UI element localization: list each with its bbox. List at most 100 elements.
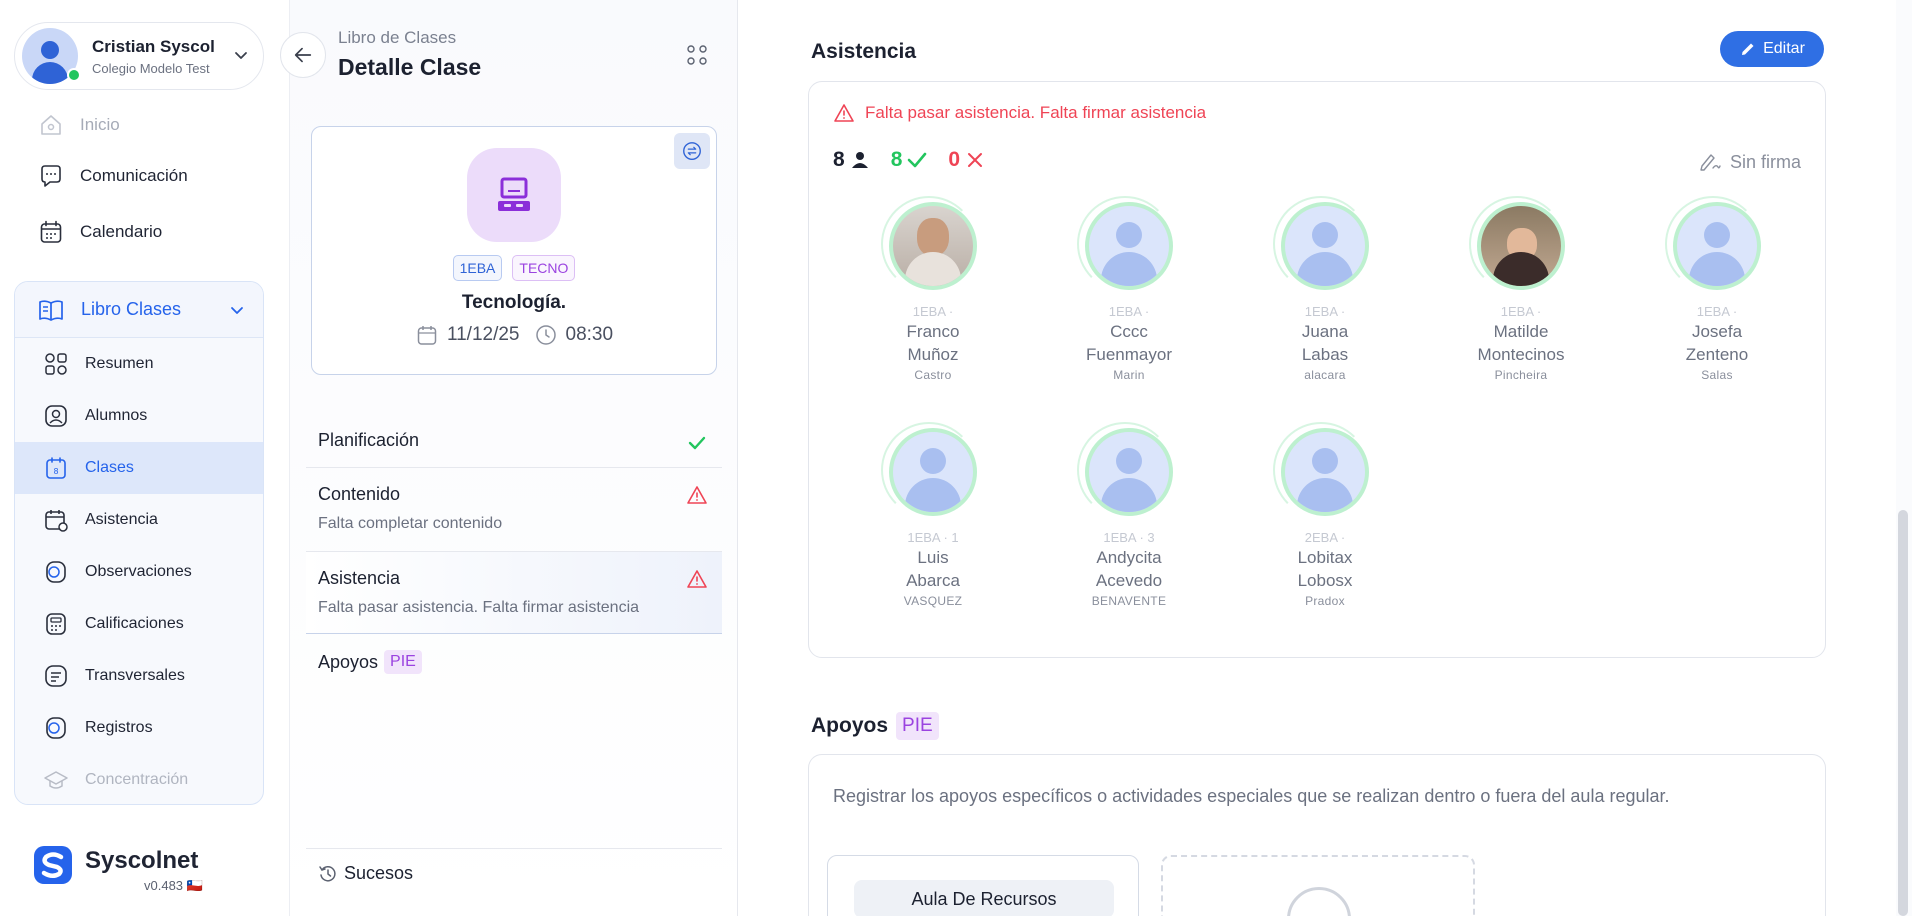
libro-clases-toggle[interactable]: Libro Clases — [15, 282, 263, 338]
student-first-name: Luis — [917, 548, 949, 567]
sidebar-item-observaciones[interactable]: Observaciones — [15, 546, 263, 598]
step-subtitle: Falta completar contenido — [318, 515, 503, 532]
class-calendar-icon: 8 — [43, 455, 69, 481]
warning-icon — [687, 570, 707, 588]
chat-icon — [38, 163, 64, 189]
step-apoyos[interactable]: Apoyos PIE — [306, 634, 722, 674]
student-card[interactable]: 1EBA · Josefa Zenteno Salas — [1619, 196, 1815, 382]
records-icon — [43, 715, 69, 741]
transversal-icon — [43, 663, 69, 689]
sidebar-item-clases[interactable]: 8 Clases — [15, 442, 263, 494]
step-asistencia[interactable]: Asistencia Falta pasar asistencia. Falta… — [306, 552, 722, 634]
sidebar-item-label: Observaciones — [85, 563, 192, 580]
warning-icon — [833, 102, 855, 124]
sidebar-item-asistencia[interactable]: Asistencia — [15, 494, 263, 546]
edit-label: Editar — [1763, 40, 1805, 57]
student-card[interactable]: 1EBA · Matilde Montecinos Pincheira — [1423, 196, 1619, 382]
absent-count: 0 — [948, 148, 986, 172]
pie-badge: PIE — [384, 650, 422, 674]
step-planificacion[interactable]: Planificación — [306, 412, 722, 468]
student-first-name: Lobitax — [1297, 548, 1353, 567]
sidebar-item-label: Transversales — [85, 667, 185, 684]
sidebar-item-label: Clases — [85, 459, 134, 476]
grid-icon — [43, 351, 69, 377]
nav-item-comunicacion[interactable]: Comunicación — [14, 148, 264, 204]
sucesos-button[interactable]: Sucesos — [306, 848, 722, 884]
sidebar-item-resumen[interactable]: Resumen — [15, 338, 263, 390]
sidebar-item-calificaciones[interactable]: Calificaciones — [15, 598, 263, 650]
user-name: Cristian Syscol — [92, 36, 215, 56]
student-card[interactable]: 1EBA · 1 Luis Abarca VASQUEZ — [835, 422, 1031, 608]
add-apoyo-button[interactable] — [1161, 855, 1475, 916]
student-card[interactable]: 2EBA · Lobitax Lobosx Pradox — [1227, 422, 1423, 608]
subject-badge: TECNO — [512, 255, 576, 281]
change-class-button[interactable] — [674, 133, 710, 169]
brand-name: Syscolnet — [85, 847, 199, 874]
step-contenido[interactable]: Contenido Falta completar contenido — [306, 468, 722, 552]
user-menu-button[interactable]: Cristian Syscol Colegio Modelo Test — [14, 22, 264, 90]
sidebar-item-concentracion[interactable]: Concentración — [15, 754, 263, 804]
total-count: 8 — [833, 148, 871, 172]
student-card[interactable]: 1EBA · 3 Andycita Acevedo BENAVENTE — [1031, 422, 1227, 608]
breadcrumb[interactable]: Libro de Clases — [338, 28, 456, 48]
student-course: 2EBA · — [1304, 530, 1346, 545]
student-first-name: Josefa — [1691, 322, 1743, 341]
student-avatar-placeholder-icon — [1281, 202, 1369, 290]
nav-label: Comunicación — [80, 166, 188, 185]
sidebar-item-registros[interactable]: Registros — [15, 702, 263, 754]
graduation-icon — [43, 767, 69, 793]
grades-icon — [43, 611, 69, 637]
student-card[interactable]: 1EBA · Cccc Fuenmayor Marin — [1031, 196, 1227, 382]
apoyos-description: Registrar los apoyos específicos o activ… — [833, 786, 1670, 806]
student-second-name: Labas — [1301, 345, 1349, 364]
sidebar-item-label: Resumen — [85, 355, 154, 372]
class-time: 08:30 — [565, 324, 614, 345]
sidebar-item-label: Asistencia — [85, 511, 158, 528]
student-course: 1EBA · — [1108, 304, 1150, 319]
sidebar-item-alumnos[interactable]: Alumnos — [15, 390, 263, 442]
chevron-down-icon — [231, 307, 243, 314]
warning-icon — [687, 486, 707, 504]
step-subtitle: Falta pasar asistencia. Falta firmar asi… — [318, 599, 640, 616]
student-avatar-placeholder-icon — [1281, 428, 1369, 516]
svg-text:8: 8 — [53, 467, 58, 476]
student-card[interactable]: 1EBA · Juana Labas alacara — [1227, 196, 1423, 382]
four-dots-icon — [687, 45, 707, 65]
course-badge: 1EBA — [452, 255, 503, 281]
sidebar-item-transversales[interactable]: Transversales — [15, 650, 263, 702]
nav-item-inicio[interactable]: Inicio — [14, 102, 264, 148]
student-avatar-placeholder-icon — [889, 428, 977, 516]
attendance-icon — [43, 507, 69, 533]
student-last-name: Marin — [1113, 368, 1145, 382]
signature-icon — [1698, 150, 1722, 174]
clock-icon — [534, 323, 558, 347]
student-photo — [889, 202, 977, 290]
brand: Syscolnet v0.483 🇨🇱 — [34, 846, 203, 893]
check-icon — [688, 436, 706, 450]
nav-item-calendario[interactable]: Calendario — [14, 204, 264, 260]
signature-status[interactable]: Sin firma — [1698, 150, 1801, 174]
home-icon — [38, 112, 64, 138]
sidebar-item-label: Registros — [85, 719, 153, 736]
sidebar-item-label: Calificaciones — [85, 615, 184, 632]
student-second-name: Muñoz — [907, 345, 959, 364]
aula-recursos-card[interactable]: Aula De Recursos — [827, 855, 1139, 916]
class-name: Tecnología. — [461, 292, 567, 313]
student-second-name: Acevedo — [1095, 571, 1163, 590]
student-card[interactable]: 1EBA · Franco Muñoz Castro — [835, 196, 1031, 382]
student-first-name: Franco — [906, 322, 960, 341]
add-icon — [1287, 887, 1351, 916]
student-course: 1EBA · 3 — [1103, 530, 1155, 545]
student-icon — [43, 403, 69, 429]
scrollbar-thumb[interactable] — [1898, 510, 1908, 916]
apoyos-card: Registrar los apoyos específicos o activ… — [808, 754, 1826, 916]
student-second-name: Abarca — [906, 571, 960, 590]
more-options-button[interactable] — [684, 42, 710, 68]
student-photo — [1477, 202, 1565, 290]
step-title: Planificación — [318, 430, 420, 450]
step-title: Contenido — [318, 484, 401, 504]
back-button[interactable] — [280, 32, 326, 78]
edit-attendance-button[interactable]: Editar — [1720, 31, 1824, 67]
attendance-section-title: Asistencia — [811, 40, 917, 63]
student-second-name: Fuenmayor — [1086, 345, 1172, 364]
